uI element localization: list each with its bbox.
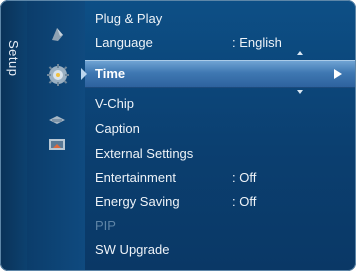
menu-item-label: Energy Saving <box>95 194 180 209</box>
menu-item-caption[interactable]: Caption <box>95 118 350 140</box>
menu-item-label: Caption <box>95 121 140 136</box>
menu-item-label: Entertainment <box>95 170 176 185</box>
menu-item-label: SW Upgrade <box>95 242 170 257</box>
menu-item-value: : English <box>232 35 282 50</box>
application-icon[interactable] <box>47 135 67 155</box>
category-tab-label: Setup <box>6 40 21 77</box>
menu-item-pip: PIP <box>95 215 350 237</box>
menu-item-label: Language <box>95 35 153 50</box>
menu-item-list: Plug & Play Language : English V-Chip Ca… <box>85 0 356 271</box>
menu-item-external-settings[interactable]: External Settings <box>95 143 350 165</box>
menu-icon-column <box>27 0 85 271</box>
picture-icon[interactable] <box>48 25 68 45</box>
menu-item-label: Plug & Play <box>95 11 163 26</box>
menu-item-v-chip[interactable]: V-Chip <box>95 93 350 115</box>
setup-icon[interactable] <box>46 63 70 87</box>
menu-item-value: : Off <box>232 170 257 185</box>
menu-item-entertainment[interactable]: Entertainment : Off <box>95 167 350 189</box>
menu-item-sw-upgrade[interactable]: SW Upgrade <box>95 239 350 261</box>
category-tab[interactable]: Setup <box>0 0 28 271</box>
tv-osd-menu: Setup Time Plug & Play Language: Englis… <box>0 0 356 271</box>
menu-item-label: V-Chip <box>95 96 135 111</box>
menu-item-value: : Off <box>232 194 257 209</box>
menu-item-language[interactable]: Language : English <box>95 32 350 54</box>
menu-item-plug-and-play[interactable]: Plug & Play <box>95 8 350 30</box>
input-icon[interactable] <box>47 110 67 130</box>
menu-item-label: External Settings <box>95 146 194 161</box>
menu-item-label: PIP <box>95 218 116 233</box>
menu-item-energy-saving[interactable]: Energy Saving : Off <box>95 191 350 213</box>
